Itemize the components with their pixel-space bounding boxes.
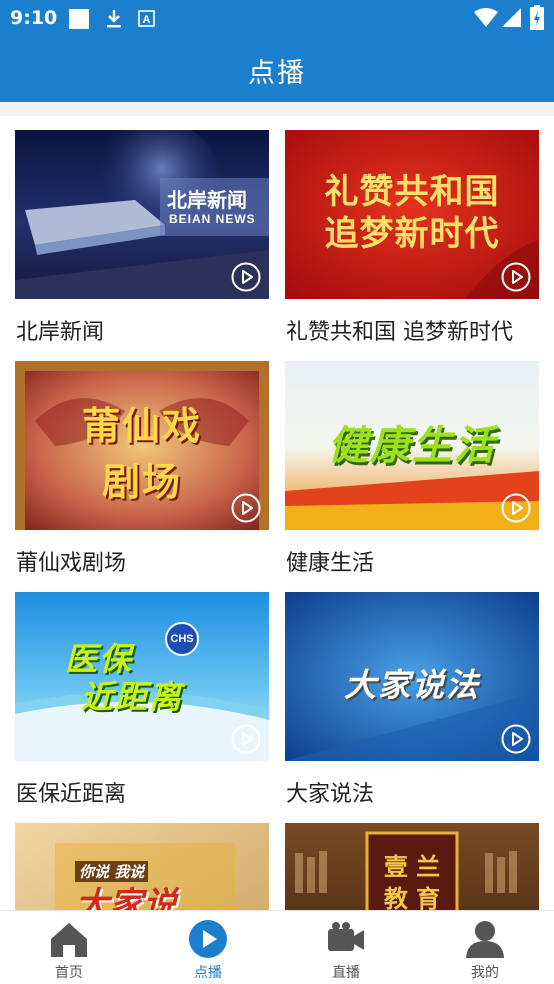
thumbnail-subtext: 近距离: [81, 678, 184, 716]
program-thumbnail[interactable]: 你说 我说 大家说: [15, 823, 269, 910]
svg-text:A: A: [143, 14, 151, 26]
program-title[interactable]: 医保近距离: [16, 776, 126, 808]
thumbnail-text: 莆仙戏: [81, 404, 202, 448]
play-circle-icon: [189, 920, 227, 958]
thumbnail-badge: CHS: [165, 622, 199, 656]
thumbnail-text: 大家说法: [343, 666, 480, 704]
program-thumbnail[interactable]: 健康生活: [285, 361, 539, 530]
tab-home[interactable]: 首页: [0, 911, 138, 984]
play-icon[interactable]: [231, 493, 261, 523]
program-card[interactable]: 礼赞共和国 追梦新时代 礼赞共和国 追梦新时代: [285, 130, 539, 345]
video-camera-icon: [328, 922, 364, 951]
signal-icon: [502, 8, 521, 27]
program-grid[interactable]: 北岸新闻 BEIAN NEWS 北岸新闻 礼赞共和国 追梦新时代 礼赞共和国 追…: [0, 116, 554, 910]
program-card[interactable]: 北岸新闻 BEIAN NEWS 北岸新闻: [15, 130, 269, 345]
tab-vod[interactable]: 点播: [139, 911, 277, 984]
play-icon[interactable]: [231, 262, 261, 292]
wifi-icon: [474, 8, 498, 27]
program-title[interactable]: 健康生活: [286, 545, 374, 577]
app-bar: 点播: [0, 36, 554, 102]
program-title[interactable]: 礼赞共和国 追梦新时代: [286, 314, 513, 346]
play-icon[interactable]: [231, 724, 261, 754]
thumbnail-subtext: BEIAN NEWS: [169, 212, 256, 226]
program-card[interactable]: CHS 医保 近距离 医保近距离: [15, 592, 269, 807]
program-title[interactable]: 莆仙戏剧场: [16, 545, 126, 577]
tab-mine[interactable]: 我的: [416, 911, 554, 984]
program-card[interactable]: 大家说法 大家说法: [285, 592, 539, 807]
tab-label: 首页: [55, 965, 83, 981]
tab-label: 直播: [332, 965, 360, 981]
thumbnail-text: 北岸新闻: [167, 188, 247, 212]
program-title[interactable]: 北岸新闻: [16, 314, 104, 346]
program-thumbnail[interactable]: 礼赞共和国 追梦新时代: [285, 130, 539, 299]
program-title[interactable]: 大家说法: [286, 776, 374, 808]
home-icon: [51, 923, 87, 957]
program-card[interactable]: 莆仙戏 剧场 莆仙戏剧场: [15, 361, 269, 576]
tab-label: 点播: [194, 965, 222, 981]
play-icon[interactable]: [501, 262, 531, 292]
program-card[interactable]: 健康生活 健康生活: [285, 361, 539, 576]
square-icon: [69, 9, 89, 29]
program-thumbnail[interactable]: 大家说法: [285, 592, 539, 761]
download-icon: [107, 10, 121, 28]
tab-live[interactable]: 直播: [277, 911, 415, 984]
thumbnail-text: 大家说: [75, 885, 177, 910]
program-thumbnail[interactable]: 北岸新闻 BEIAN NEWS: [15, 130, 269, 299]
program-thumbnail[interactable]: 莆仙戏 剧场: [15, 361, 269, 530]
status-time: 9:10: [10, 7, 58, 29]
program-card[interactable]: 壹 兰 教 育: [285, 823, 539, 910]
tab-label: 我的: [471, 965, 499, 981]
a-box-icon: A: [138, 10, 155, 27]
thumbnail-text: 壹 兰: [383, 852, 441, 881]
battery-icon: [530, 5, 544, 30]
page-title: 点播: [248, 58, 306, 89]
bottom-tab-bar: 首页 点播 直播 我的: [0, 910, 554, 984]
divider: [0, 102, 554, 116]
status-bar: 9:10 A: [0, 0, 554, 36]
person-icon: [466, 921, 504, 958]
program-thumbnail[interactable]: CHS 医保 近距离: [15, 592, 269, 761]
thumbnail-text: 健康生活: [328, 423, 496, 469]
play-icon[interactable]: [501, 493, 531, 523]
thumbnail-subtext: 追梦新时代: [324, 214, 500, 254]
program-card[interactable]: 你说 我说 大家说: [15, 823, 269, 910]
thumbnail-subtext: 教 育: [383, 884, 441, 910]
play-icon[interactable]: [501, 724, 531, 754]
program-thumbnail[interactable]: 壹 兰 教 育: [285, 823, 539, 910]
